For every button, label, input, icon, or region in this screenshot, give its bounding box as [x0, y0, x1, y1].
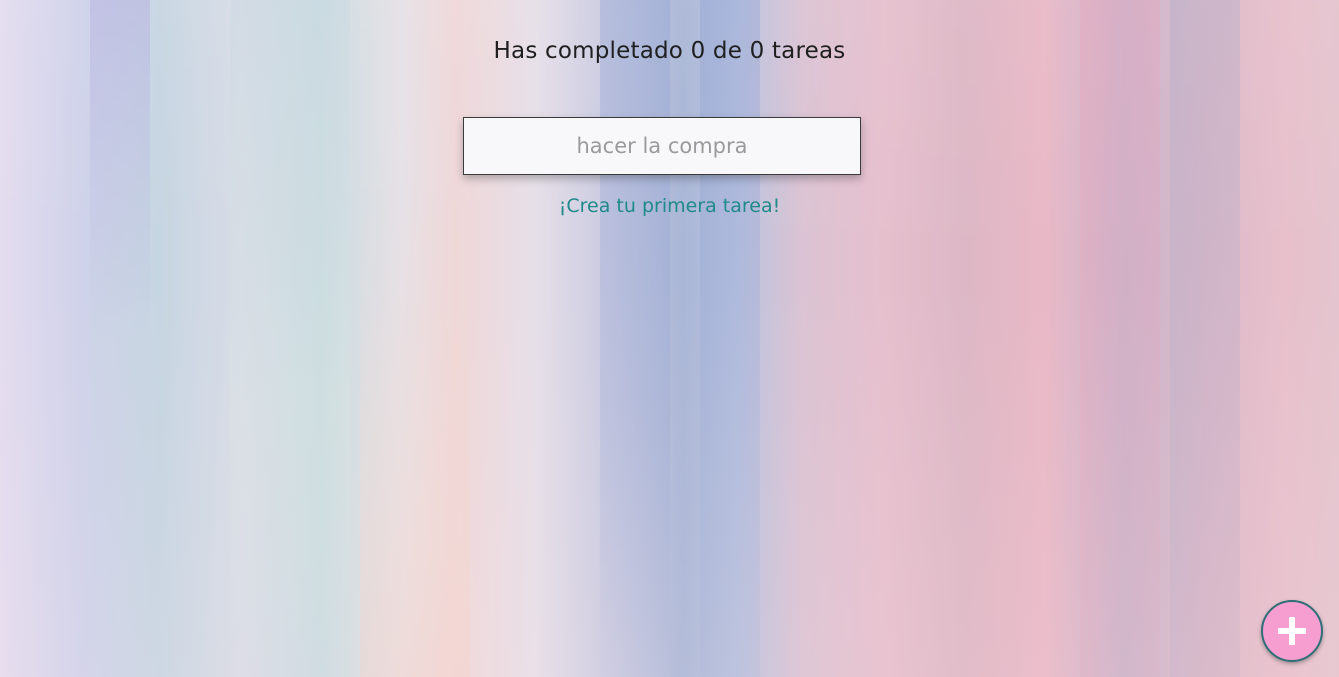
progress-text: Has completado 0 de 0 tareas — [493, 38, 846, 64]
empty-state-message: ¡Crea tu primera tarea! — [558, 195, 781, 217]
background-stroke — [600, 0, 670, 677]
plus-icon — [1278, 617, 1306, 645]
add-task-button[interactable] — [1261, 600, 1323, 662]
background-stroke — [1170, 0, 1240, 677]
background-stroke — [1080, 0, 1160, 677]
background-stroke — [360, 0, 470, 677]
background-stroke — [230, 0, 350, 677]
background-stroke — [90, 0, 150, 677]
background-stroke — [700, 0, 760, 677]
new-task-input[interactable] — [463, 117, 861, 175]
